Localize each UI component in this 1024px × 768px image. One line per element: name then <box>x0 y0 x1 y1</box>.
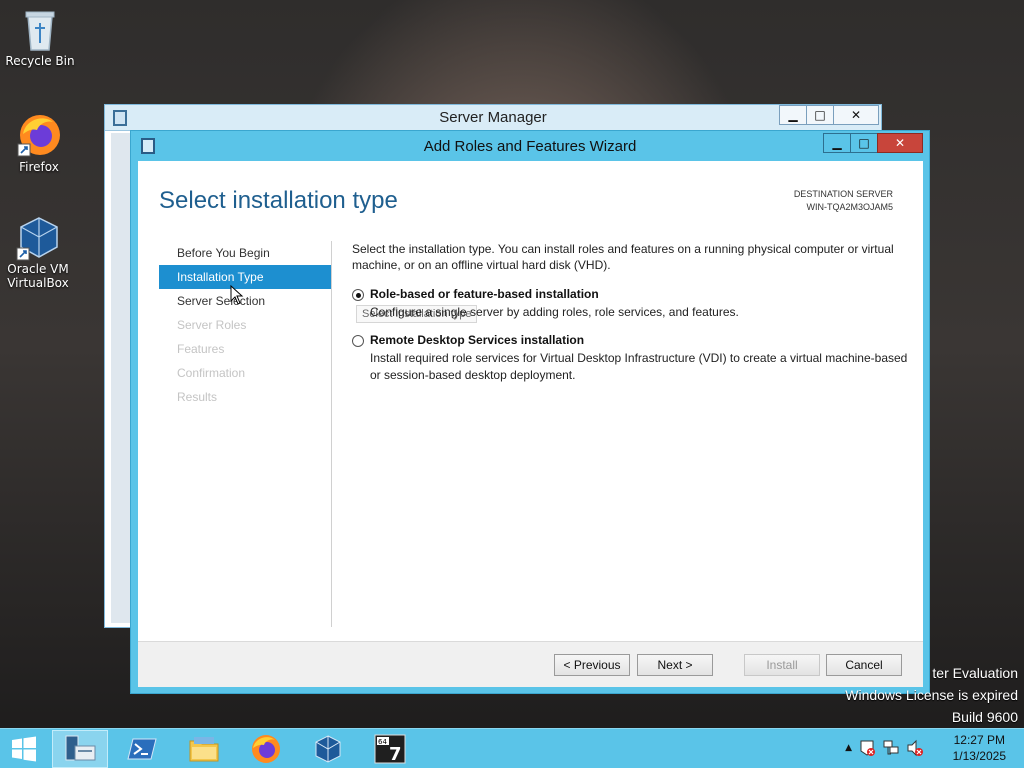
svg-text:64: 64 <box>378 738 387 746</box>
minimize-button[interactable]: ▁ <box>779 105 807 125</box>
firefox-icon <box>252 735 280 763</box>
virtualbox-icon <box>16 214 60 261</box>
wizard-content: Select the installation type. You can in… <box>352 241 912 384</box>
maximize-icon: □ <box>858 136 870 150</box>
wizard-title: Add Roles and Features Wizard <box>423 137 637 155</box>
option-label[interactable]: Role-based or feature-based installation <box>370 287 912 301</box>
step-features: Features <box>177 342 225 356</box>
file-explorer-icon <box>189 737 219 762</box>
svg-text:7: 7 <box>389 744 402 764</box>
intro-text: Select the installation type. You can in… <box>352 242 894 272</box>
clock-time: 12:27 PM <box>953 733 1005 747</box>
system-tray: ▲ <box>845 739 924 757</box>
close-button[interactable]: ✕ <box>833 105 879 125</box>
taskbar-clock[interactable]: 12:27 PM 1/13/2025 <box>953 732 1006 764</box>
watermark-line: ter Evaluation <box>932 665 1018 681</box>
server-manager-titlebar[interactable]: Server Manager ▁ □ ✕ <box>105 105 881 131</box>
close-icon: ✕ <box>894 136 906 150</box>
taskbar: 64 7 ▲ 12:27 PM 1/13/2025 <box>0 728 1024 768</box>
server-manager-app-icon <box>113 110 127 126</box>
wizard-steps-nav: Before You Begin Installation Type Serve… <box>159 241 331 409</box>
maximize-icon: □ <box>814 108 826 122</box>
start-button[interactable] <box>0 730 48 768</box>
install-button: Install <box>744 654 820 676</box>
page-title: Select installation type <box>159 187 398 214</box>
powershell-icon <box>127 738 157 760</box>
taskbar-7zip[interactable]: 64 7 <box>362 730 418 768</box>
wizard-close-button[interactable]: ✕ <box>877 133 923 153</box>
wizard-app-icon <box>141 138 155 154</box>
steps-divider <box>331 241 332 627</box>
desktop-icon-recycle-bin[interactable]: Recycle Bin <box>2 6 78 68</box>
option-description: Configure a single server by adding role… <box>370 305 739 319</box>
next-button[interactable]: Next > <box>637 654 713 676</box>
step-server-roles: Server Roles <box>177 318 247 332</box>
virtualbox-icon <box>315 735 341 763</box>
step-installation-type[interactable]: Installation Type <box>159 265 331 289</box>
role-based-radio[interactable] <box>352 289 364 301</box>
wizard-maximize-button[interactable]: □ <box>850 133 878 153</box>
7zip-icon: 64 7 <box>374 734 406 764</box>
option-role-based[interactable]: Role-based or feature-based installation… <box>352 287 912 321</box>
add-roles-wizard-window[interactable]: Add Roles and Features Wizard ▁ □ ✕ Sele… <box>130 130 930 694</box>
minimize-icon: ▁ <box>788 108 798 122</box>
volume-muted-icon[interactable] <box>906 739 924 757</box>
option-label[interactable]: Remote Desktop Services installation <box>370 333 912 347</box>
clock-date: 1/13/2025 <box>952 749 1006 763</box>
wizard-footer: < Previous Next > Install Cancel <box>138 641 923 687</box>
destination-server-info: DESTINATION SERVER WIN-TQA2M3OJAM5 <box>794 188 893 214</box>
step-server-selection[interactable]: Server Selection <box>159 289 331 313</box>
remote-desktop-radio[interactable] <box>352 335 364 347</box>
wizard-titlebar[interactable]: Add Roles and Features Wizard ▁ □ ✕ <box>131 131 929 161</box>
wizard-client-area: Select installation type DESTINATION SER… <box>138 161 923 687</box>
close-icon: ✕ <box>850 108 862 122</box>
show-hidden-icons-icon[interactable]: ▲ <box>845 743 852 753</box>
step-results: Results <box>177 390 218 404</box>
desktop-icon-firefox[interactable]: Firefox <box>1 112 77 174</box>
step-before-you-begin[interactable]: Before You Begin <box>159 241 331 265</box>
desktop-icon-label: Oracle VM VirtualBox <box>7 262 69 290</box>
server-manager-sidebar <box>111 133 131 623</box>
server-manager-title: Server Manager <box>439 109 547 126</box>
step-confirmation: Confirmation <box>177 366 246 380</box>
windows-logo-icon <box>12 736 36 762</box>
taskbar-server-manager[interactable] <box>52 730 108 768</box>
destination-label: DESTINATION SERVER <box>793 189 893 199</box>
minimize-icon: ▁ <box>832 136 842 150</box>
option-remote-desktop[interactable]: Remote Desktop Services installation Ins… <box>352 333 912 384</box>
network-icon[interactable] <box>882 739 900 757</box>
windows-watermark: ter Evaluation Windows License is expire… <box>845 662 1018 728</box>
option-description: Install required role services for Virtu… <box>370 351 908 382</box>
firefox-icon <box>17 112 61 157</box>
server-manager-icon <box>65 735 96 761</box>
maximize-button[interactable]: □ <box>806 105 834 125</box>
watermark-line: Windows License is expired <box>845 687 1018 703</box>
desktop-icon-virtualbox[interactable]: Oracle VM VirtualBox <box>0 214 76 290</box>
wizard-minimize-button[interactable]: ▁ <box>823 133 851 153</box>
taskbar-firefox[interactable] <box>238 730 294 768</box>
desktop-icon-label: Recycle Bin <box>5 54 75 68</box>
previous-button[interactable]: < Previous <box>554 654 630 676</box>
action-center-alert-icon[interactable] <box>858 739 876 757</box>
taskbar-virtualbox[interactable] <box>300 730 356 768</box>
recycle-bin-icon <box>18 6 62 51</box>
watermark-line: Build 9600 <box>951 709 1018 725</box>
desktop-icon-label: Firefox <box>19 160 59 174</box>
mouse-cursor-icon <box>230 285 244 305</box>
taskbar-powershell[interactable] <box>114 730 170 768</box>
destination-server-name: WIN-TQA2M3OJAM5 <box>806 202 893 212</box>
taskbar-file-explorer[interactable] <box>176 730 232 768</box>
